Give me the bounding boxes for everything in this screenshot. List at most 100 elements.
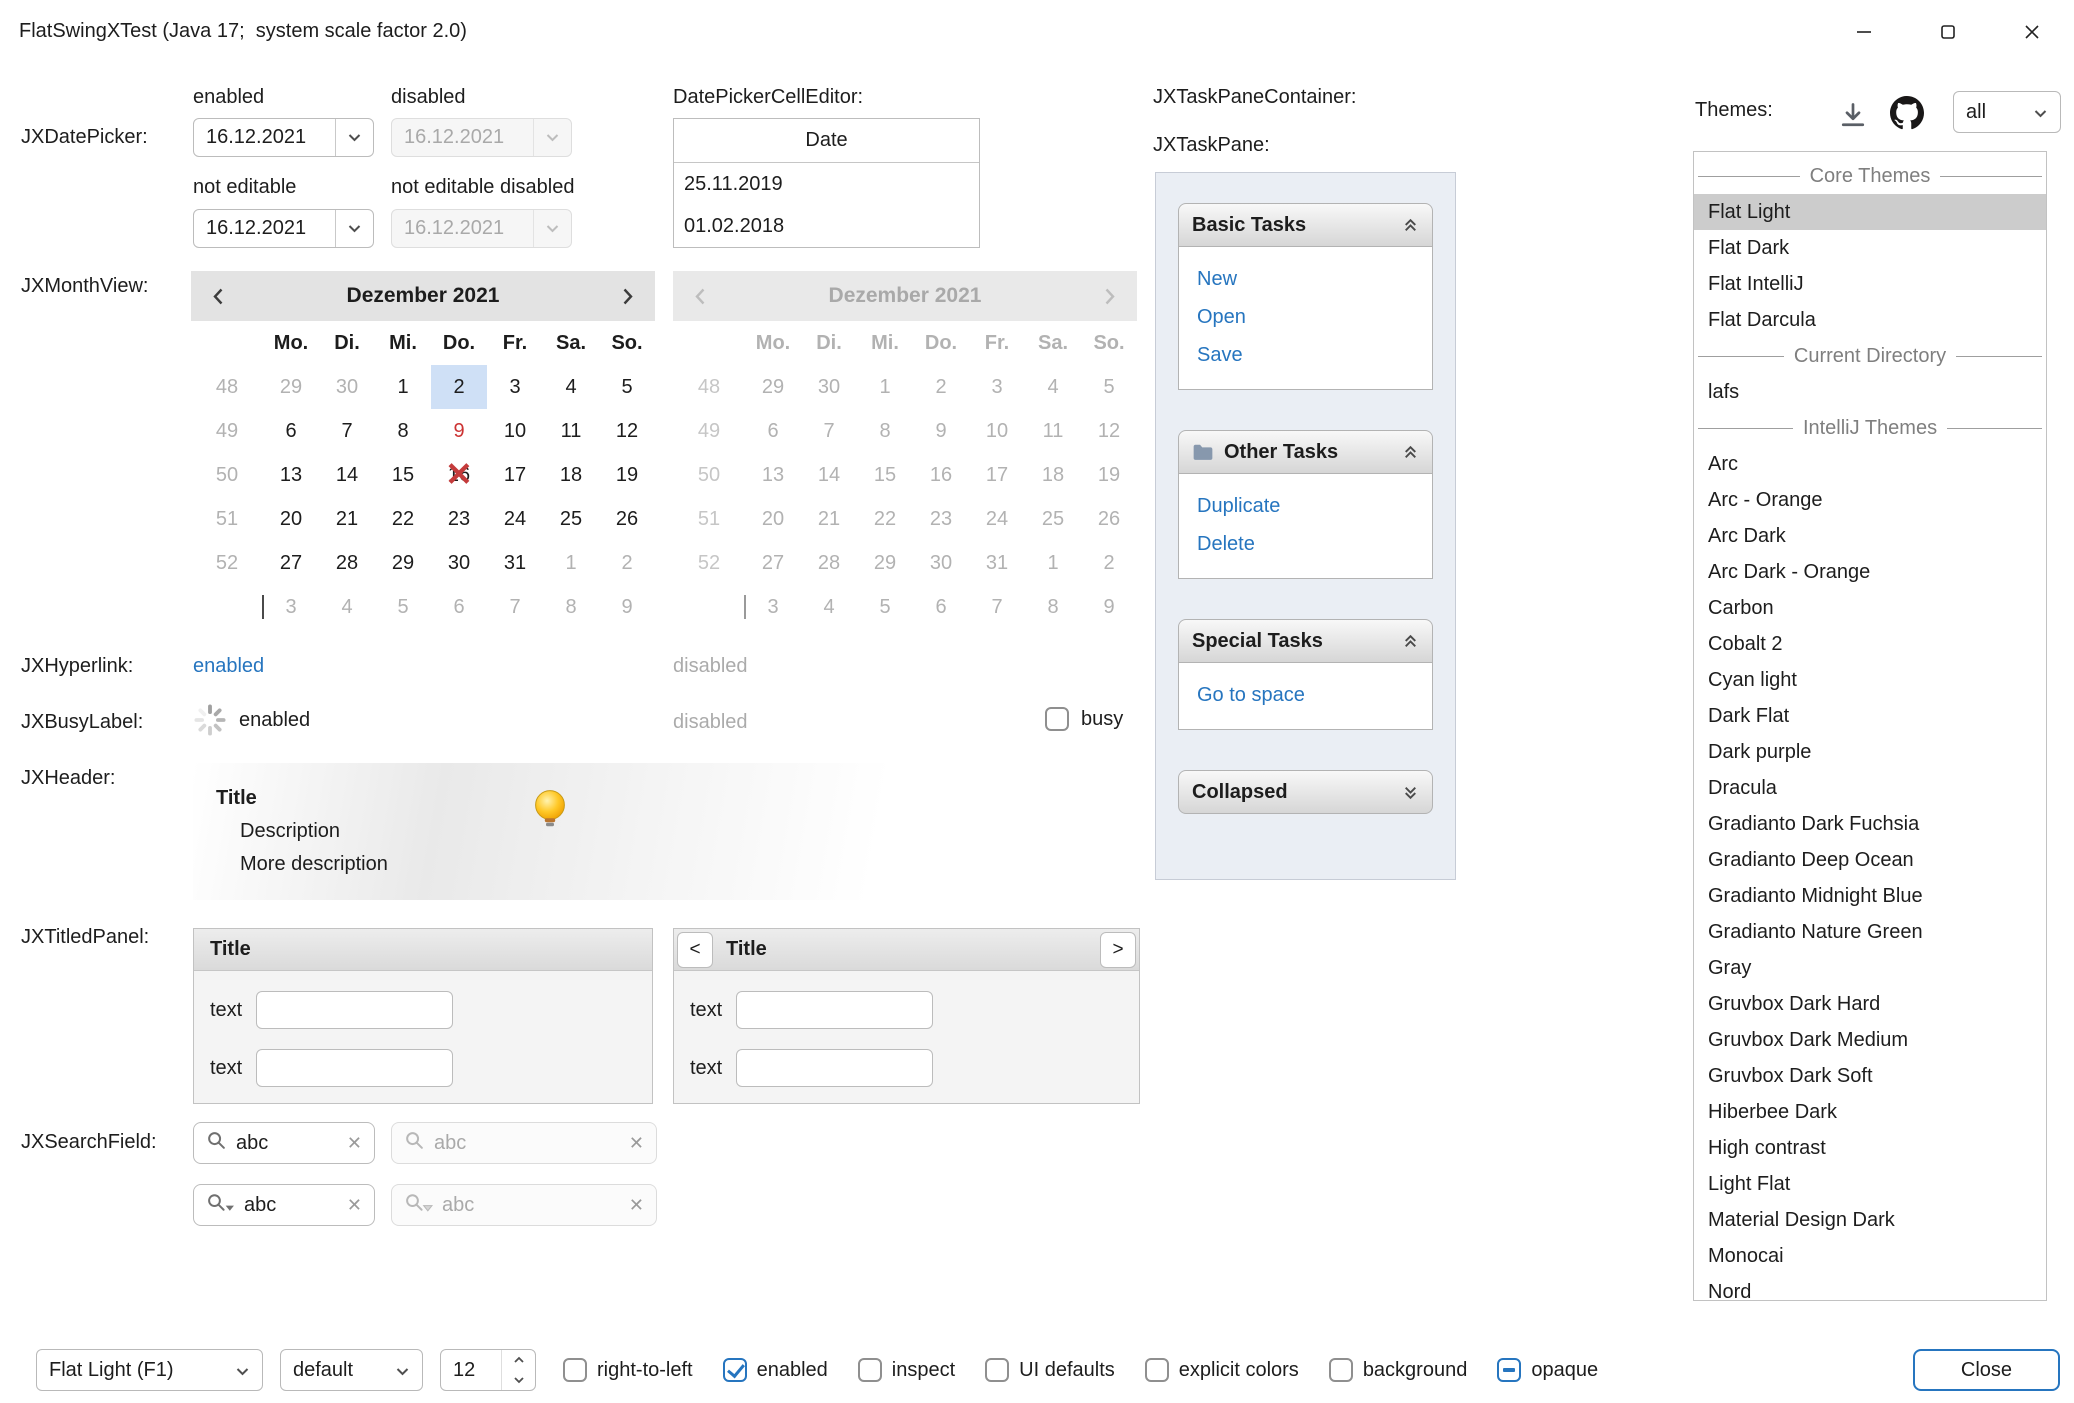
github-icon[interactable] — [1890, 96, 1924, 136]
laf-combo[interactable]: Flat Light (F1) — [36, 1349, 263, 1391]
calendar-day[interactable]: 10 — [487, 409, 543, 453]
calendar-day[interactable]: 13 — [263, 453, 319, 497]
calendar-day[interactable]: 7 — [487, 585, 543, 629]
calendar-day[interactable]: 1 — [375, 365, 431, 409]
busy-checkbox[interactable]: busy — [1045, 707, 1123, 731]
toolbar-checkbox-enabled[interactable]: enabled — [723, 1358, 828, 1382]
calendar-day[interactable]: 9 — [599, 585, 655, 629]
theme-list-item[interactable]: Flat IntelliJ — [1694, 266, 2046, 302]
calendar-day[interactable]: 27 — [263, 541, 319, 585]
themes-list[interactable]: Core ThemesFlat LightFlat DarkFlat Intel… — [1693, 151, 2047, 1301]
calendar-day[interactable]: 3 — [263, 585, 319, 629]
theme-list-item[interactable]: High contrast — [1694, 1130, 2046, 1166]
themes-filter-combo[interactable]: all — [1953, 91, 2061, 133]
checkbox-icon[interactable] — [723, 1358, 747, 1382]
taskpane-link[interactable]: New — [1179, 260, 1432, 298]
calendar-day[interactable]: 12 — [599, 409, 655, 453]
text-input[interactable] — [736, 1049, 933, 1087]
clear-icon[interactable]: ✕ — [347, 1133, 362, 1154]
theme-list-item[interactable]: Gray — [1694, 950, 2046, 986]
calendar-day[interactable]: 16 — [431, 453, 487, 497]
theme-list-item[interactable]: Cyan light — [1694, 662, 2046, 698]
searchfield-enabled[interactable]: abc ✕ — [193, 1122, 375, 1164]
checkbox-icon[interactable] — [1497, 1358, 1521, 1382]
close-button[interactable]: Close — [1913, 1349, 2060, 1391]
calendar-day[interactable]: 11 — [543, 409, 599, 453]
theme-list-item[interactable]: Monocai — [1694, 1238, 2046, 1274]
calendar-day[interactable]: 15 — [375, 453, 431, 497]
toolbar-checkbox-explicit-colors[interactable]: explicit colors — [1145, 1358, 1299, 1382]
theme-list-item[interactable]: Gradianto Nature Green — [1694, 914, 2046, 950]
theme-list-item[interactable]: Flat Light — [1694, 194, 2046, 230]
toolbar-checkbox-background[interactable]: background — [1329, 1358, 1468, 1382]
calendar-day[interactable]: 1 — [543, 541, 599, 585]
theme-list-item[interactable]: lafs — [1694, 374, 2046, 410]
checkbox-icon[interactable] — [858, 1358, 882, 1382]
calendar-day[interactable]: 31 — [487, 541, 543, 585]
hyperlink-enabled[interactable]: enabled — [193, 655, 264, 678]
download-icon[interactable] — [1838, 100, 1868, 136]
expand-chevron-icon[interactable] — [1402, 784, 1419, 801]
theme-list-item[interactable]: Light Flat — [1694, 1166, 2046, 1202]
calendar-day[interactable]: 23 — [431, 497, 487, 541]
minimize-button[interactable] — [1822, 0, 1906, 63]
theme-list-item[interactable]: Gradianto Dark Fuchsia — [1694, 806, 2046, 842]
clear-icon[interactable]: ✕ — [347, 1195, 362, 1216]
calendar-day[interactable]: 8 — [375, 409, 431, 453]
taskpane-link[interactable]: Save — [1179, 336, 1432, 374]
calendar-day[interactable]: 18 — [543, 453, 599, 497]
calendar-day[interactable]: 30 — [319, 365, 375, 409]
theme-list-item[interactable]: Flat Dark — [1694, 230, 2046, 266]
spinner-up-button[interactable] — [502, 1350, 535, 1370]
next-month-button[interactable] — [601, 287, 655, 306]
titledpanel-prev-button[interactable]: < — [677, 932, 713, 968]
theme-list-item[interactable]: Dracula — [1694, 770, 2046, 806]
calendar-day[interactable]: 20 — [263, 497, 319, 541]
theme-list-item[interactable]: Carbon — [1694, 590, 2046, 626]
calendar-day[interactable]: 21 — [319, 497, 375, 541]
text-input[interactable] — [256, 991, 453, 1029]
calendar-day[interactable]: 24 — [487, 497, 543, 541]
taskpane-header[interactable]: Special Tasks — [1178, 619, 1433, 663]
chevron-down-icon[interactable] — [335, 119, 373, 156]
calendar-day[interactable]: 3 — [487, 365, 543, 409]
calendar-day[interactable]: 4 — [319, 585, 375, 629]
theme-list-item[interactable]: Gradianto Midnight Blue — [1694, 878, 2046, 914]
taskpane-header[interactable]: Collapsed — [1178, 770, 1433, 814]
prev-month-button[interactable] — [191, 287, 245, 306]
checkbox-icon[interactable] — [1045, 707, 1069, 731]
text-input[interactable] — [736, 991, 933, 1029]
checkbox-icon[interactable] — [1329, 1358, 1353, 1382]
theme-list-item[interactable]: Dark purple — [1694, 734, 2046, 770]
search-input[interactable]: abc — [236, 1132, 338, 1155]
calendar-day[interactable]: 4 — [543, 365, 599, 409]
theme-list-item[interactable]: Arc - Orange — [1694, 482, 2046, 518]
calendar-day[interactable]: 30 — [431, 541, 487, 585]
calendar-day[interactable]: 14 — [319, 453, 375, 497]
theme-list-item[interactable]: Hiberbee Dark — [1694, 1094, 2046, 1130]
checkbox-icon[interactable] — [985, 1358, 1009, 1382]
calendar-day[interactable]: 29 — [375, 541, 431, 585]
spinner-value[interactable]: 12 — [441, 1350, 501, 1390]
collapse-chevron-icon[interactable] — [1402, 217, 1419, 234]
theme-list-item[interactable]: Nord — [1694, 1274, 2046, 1301]
taskpane-link[interactable]: Delete — [1179, 525, 1432, 563]
theme-list-item[interactable]: Cobalt 2 — [1694, 626, 2046, 662]
theme-list-item[interactable]: Arc Dark — [1694, 518, 2046, 554]
calendar-day[interactable]: 6 — [263, 409, 319, 453]
toolbar-checkbox-opaque[interactable]: opaque — [1497, 1358, 1598, 1382]
theme-list-item[interactable]: Gruvbox Dark Soft — [1694, 1058, 2046, 1094]
checkbox-icon[interactable] — [563, 1358, 587, 1382]
calendar-day[interactable]: 26 — [599, 497, 655, 541]
calendar-day[interactable]: 29 — [263, 365, 319, 409]
calendar-day[interactable]: 2 — [431, 365, 487, 409]
theme-list-item[interactable]: Arc — [1694, 446, 2046, 482]
checkbox-icon[interactable] — [1145, 1358, 1169, 1382]
calendar-day[interactable]: 25 — [543, 497, 599, 541]
chevron-down-icon[interactable] — [335, 210, 373, 247]
font-size-spinner[interactable]: 12 — [440, 1349, 536, 1391]
toolbar-checkbox-right-to-left[interactable]: right-to-left — [563, 1358, 693, 1382]
theme-list-item[interactable]: Flat Darcula — [1694, 302, 2046, 338]
calendar-day[interactable]: 5 — [599, 365, 655, 409]
calendar-day[interactable]: 5 — [375, 585, 431, 629]
